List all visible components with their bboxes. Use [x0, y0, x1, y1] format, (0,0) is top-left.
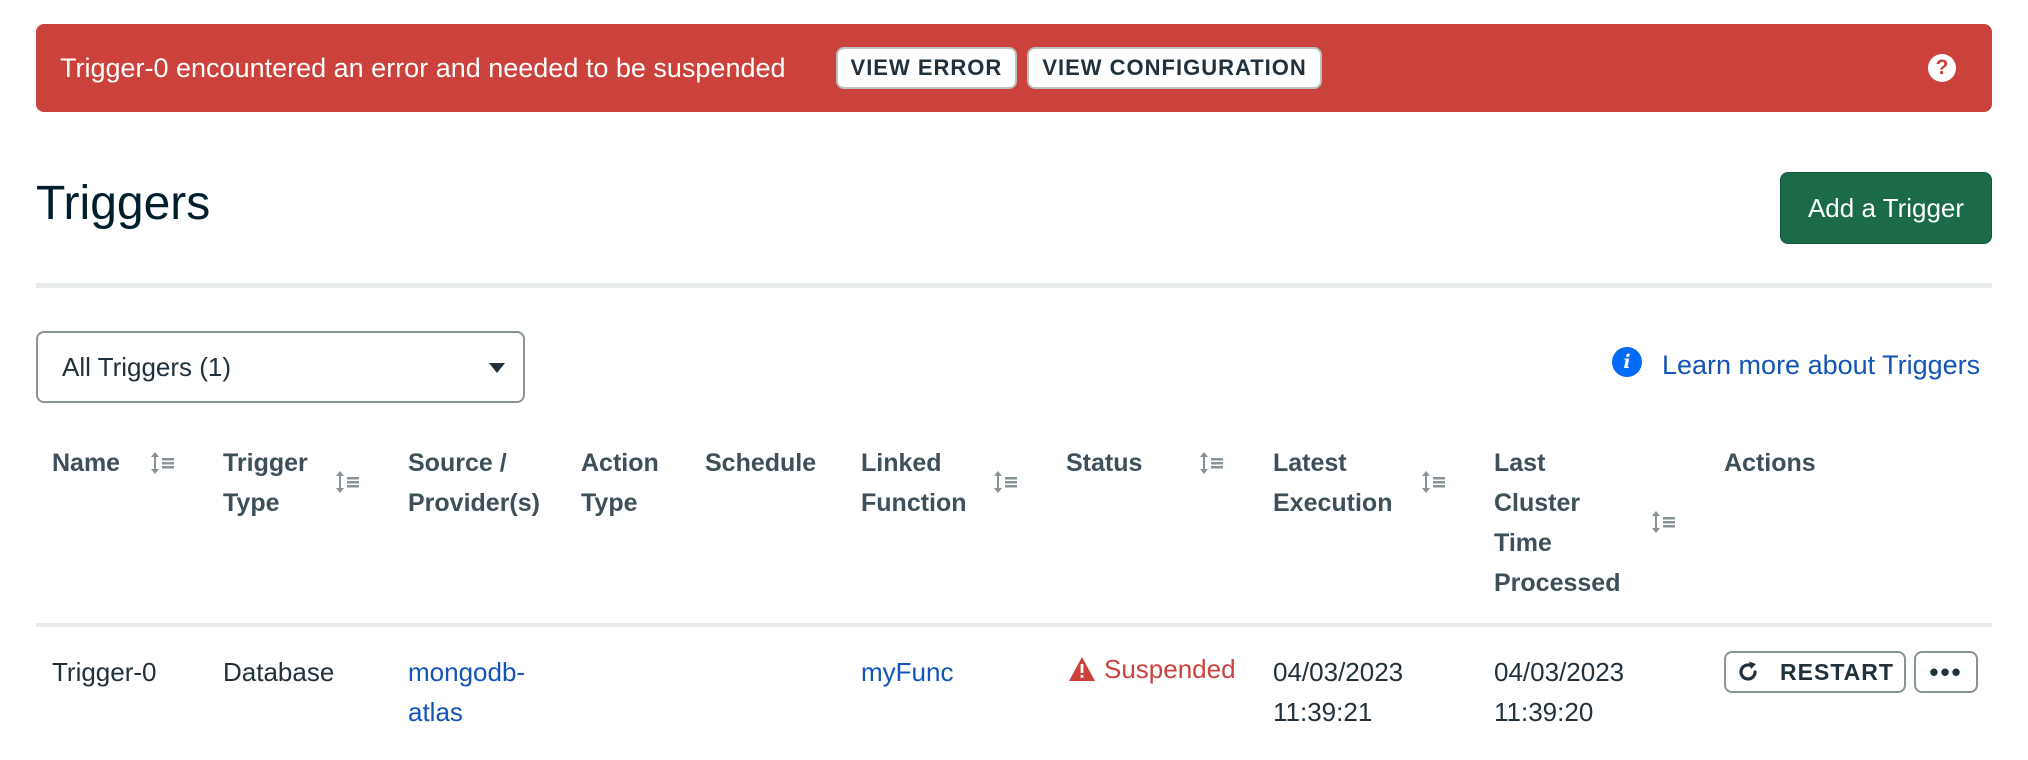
- sort-icon[interactable]: [1199, 451, 1225, 475]
- latest-execution-date: 04/03/2023: [1273, 657, 1404, 687]
- warning-icon: [1069, 657, 1095, 681]
- learn-more-link[interactable]: Learn more about Triggers: [1662, 350, 1980, 381]
- last-cluster-date: 04/03/2023: [1494, 657, 1625, 687]
- column-header-trigger-type: Trigger Type: [223, 449, 308, 517]
- column-header-source: Source / Provider(s): [408, 449, 540, 517]
- source-line: atlas: [408, 697, 463, 727]
- restart-label: RESTART: [1780, 658, 1894, 685]
- question-circle-icon[interactable]: ?: [1928, 54, 1956, 82]
- page-title: Triggers: [36, 177, 211, 230]
- error-banner: Trigger-0 encountered an error and neede…: [36, 24, 1992, 112]
- table-header-divider: [36, 623, 1992, 627]
- column-header-action-type: Action Type: [581, 449, 659, 517]
- sort-icon[interactable]: [993, 470, 1019, 494]
- last-cluster-time: 11:39:20: [1494, 697, 1594, 727]
- add-trigger-button[interactable]: Add a Trigger: [1780, 172, 1992, 244]
- refresh-icon: [1739, 661, 1757, 681]
- status-badge: Suspended: [1068, 649, 1236, 689]
- header-divider: [36, 283, 1992, 288]
- source-line: mongodb-: [408, 657, 526, 687]
- latest-execution-time: 11:39:21: [1273, 697, 1373, 727]
- column-header-latest-execution: Latest Execution: [1273, 449, 1393, 517]
- column-header-linked-function: Linked Function: [861, 449, 967, 517]
- column-header-status: Status: [1066, 449, 1143, 477]
- cell-trigger-type: Database: [223, 657, 335, 687]
- view-configuration-button[interactable]: VIEW CONFIGURATION: [1027, 47, 1322, 89]
- sort-icon[interactable]: [335, 470, 361, 494]
- caret-down-icon: [489, 363, 505, 373]
- column-header-actions: Actions: [1724, 449, 1816, 477]
- sort-icon[interactable]: [1421, 470, 1447, 494]
- cell-linked-function-link[interactable]: myFunc: [861, 652, 953, 692]
- cell-latest-execution: 04/03/2023 11:39:21: [1273, 652, 1403, 732]
- sort-icon[interactable]: [1651, 510, 1677, 534]
- trigger-filter-select[interactable]: All Triggers (1): [36, 331, 525, 403]
- cell-source-link[interactable]: mongodb- atlas: [408, 652, 525, 732]
- cell-name: Trigger-0: [52, 657, 157, 687]
- column-header-schedule: Schedule: [705, 449, 817, 477]
- restart-button[interactable]: RESTART: [1724, 651, 1906, 693]
- column-header-last-cluster-time: Last Cluster Time Processed: [1494, 449, 1621, 597]
- view-error-button[interactable]: VIEW ERROR: [835, 47, 1018, 89]
- learn-more: i Learn more about Triggers: [1612, 346, 1980, 380]
- filter-selected-value: All Triggers (1): [62, 351, 232, 382]
- sort-icon[interactable]: [150, 451, 176, 475]
- more-options-button[interactable]: •••: [1914, 651, 1978, 693]
- info-icon: i: [1612, 346, 1642, 377]
- status-text: Suspended: [1104, 654, 1236, 684]
- cell-last-cluster-time: 04/03/2023 11:39:20: [1494, 652, 1624, 732]
- banner-message: Trigger-0 encountered an error and neede…: [60, 52, 786, 83]
